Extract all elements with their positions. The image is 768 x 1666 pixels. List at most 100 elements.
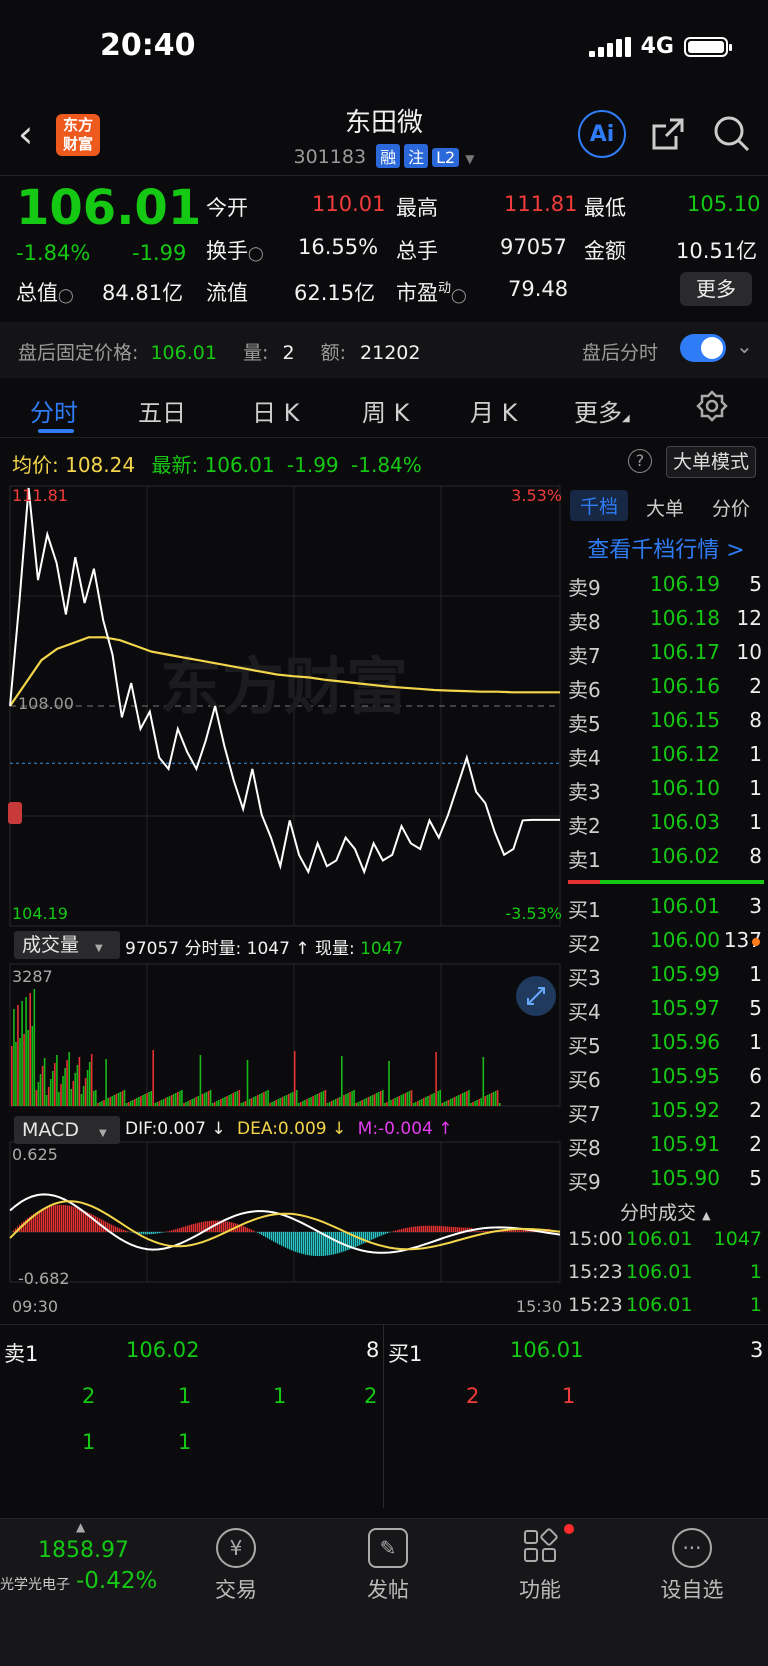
macd-bar <box>399 1229 400 1232</box>
macd-bar <box>347 1232 348 1250</box>
volume-bar <box>495 1091 497 1106</box>
tab-five-day[interactable]: 五日 <box>138 393 186 428</box>
volume-bar <box>468 1090 470 1106</box>
status-indicators: 4G <box>589 34 728 59</box>
ask-level-8[interactable]: 卖2106.031 <box>566 810 764 842</box>
macd-bar <box>299 1232 300 1253</box>
volume-indicator-select[interactable]: 成交量▼ <box>14 931 120 959</box>
volume-bar <box>448 1100 450 1106</box>
ask-level-7[interactable]: 卖3106.101 <box>566 776 764 808</box>
volume-bar <box>452 1098 454 1106</box>
level-volume: 2 <box>749 674 762 698</box>
volume-bar <box>314 1095 316 1106</box>
ask-level-5[interactable]: 卖5106.158 <box>566 708 764 740</box>
nav-post[interactable]: ✎ 发帖 <box>338 1528 438 1604</box>
bid-level-4[interactable]: 买4105.975 <box>566 996 764 1028</box>
volume-bar <box>58 1092 60 1106</box>
level-label: 卖1 <box>568 844 601 873</box>
volume-bar <box>421 1099 423 1106</box>
tab-thousand-level[interactable]: 千档 <box>570 490 628 521</box>
ask-level-6[interactable]: 卖4106.121 <box>566 742 764 774</box>
bid-level-3[interactable]: 买3105.991 <box>566 962 764 994</box>
ask-level-2[interactable]: 卖8106.1812 <box>566 606 764 638</box>
help-icon[interactable]: ? <box>628 449 652 473</box>
macd-top-label: 0.625 <box>12 1145 58 1164</box>
volume-bar <box>327 1103 329 1106</box>
volume-bar <box>46 1095 48 1106</box>
tab-big-order[interactable]: 大单 <box>646 494 684 521</box>
big-order-mode-button[interactable]: 大单模式 <box>666 446 756 478</box>
volume-bar <box>48 1087 50 1106</box>
nav-functions[interactable]: 功能 <box>490 1528 590 1604</box>
tab-weekly-k[interactable]: 周 K <box>362 393 409 428</box>
ask-level-1[interactable]: 卖9106.195 <box>566 572 764 604</box>
pe-value: 79.48 <box>508 277 568 301</box>
sector-index-pct[interactable]: -0.42% <box>76 1568 157 1594</box>
bid-level-5[interactable]: 买5105.961 <box>566 1030 764 1062</box>
ai-button[interactable]: Ai <box>578 110 626 158</box>
macd-bar <box>481 1231 482 1232</box>
tab-price-split[interactable]: 分价 <box>712 494 750 521</box>
volume-bar <box>193 1098 195 1106</box>
macd-bar <box>259 1232 260 1234</box>
macd-indicator-select[interactable]: MACD▼ <box>14 1116 120 1144</box>
nav-add-watchlist[interactable]: ··· 设自选 <box>642 1528 742 1604</box>
ask-level-4[interactable]: 卖6106.162 <box>566 674 764 706</box>
macd-bar <box>79 1209 80 1232</box>
macd-bar <box>513 1230 514 1232</box>
macd-bar <box>75 1207 76 1232</box>
macd-bar <box>13 1230 14 1232</box>
search-icon[interactable] <box>710 112 754 156</box>
chevron-down-icon[interactable]: ⌄ <box>736 334 753 358</box>
trades-header[interactable]: 分时成交 ▲ <box>620 1198 711 1225</box>
volume-bar <box>159 1101 161 1106</box>
volume-bar <box>423 1098 425 1106</box>
view-thousand-level-link[interactable]: 查看千档行情 > <box>564 532 768 564</box>
nav-trade[interactable]: ¥ 交易 <box>186 1528 286 1604</box>
macd-bar <box>123 1230 124 1232</box>
volume-bar <box>124 1090 126 1106</box>
volume-bar <box>446 1101 448 1106</box>
volume-bar <box>271 1102 273 1106</box>
volume-bar <box>60 1084 62 1106</box>
chevron-up-icon[interactable]: ▲ <box>76 1520 85 1534</box>
ask-level-9[interactable]: 卖1106.028 <box>566 844 764 876</box>
bid-level-7[interactable]: 买7105.922 <box>566 1098 764 1130</box>
macd-bar <box>83 1210 84 1232</box>
settings-icon[interactable] <box>696 390 728 426</box>
tab-daily-k[interactable]: 日 K <box>252 393 299 428</box>
volume-bar <box>95 1090 97 1106</box>
volume-bar <box>130 1101 132 1106</box>
volume-bar <box>413 1103 415 1106</box>
volume-bar <box>132 1100 134 1106</box>
tab-intraday[interactable]: 分时 <box>30 393 78 428</box>
bid-level-6[interactable]: 买6105.956 <box>566 1064 764 1096</box>
volume-bar <box>466 1091 468 1106</box>
tab-monthly-k[interactable]: 月 K <box>470 393 517 428</box>
sector-index-name[interactable]: 光学光电子 <box>0 1574 70 1594</box>
volume-bar <box>368 1097 370 1106</box>
share-icon[interactable] <box>646 112 690 156</box>
more-button[interactable]: 更多 <box>680 272 752 306</box>
volume-bar <box>310 1097 312 1106</box>
volume-bar <box>278 1099 280 1106</box>
ask-level-3[interactable]: 卖7106.1710 <box>566 640 764 672</box>
bid-level-8[interactable]: 买8105.912 <box>566 1132 764 1164</box>
after-hours-toggle[interactable] <box>680 334 726 362</box>
macd-bar <box>81 1210 82 1232</box>
volume-bar <box>237 1091 239 1106</box>
bid-level-2[interactable]: 买2106.00137 <box>566 928 764 960</box>
macd-bar <box>273 1232 274 1242</box>
level-price: 106.16 <box>650 674 720 698</box>
bid-level-1[interactable]: 买1106.013 <box>566 894 764 926</box>
volume-bar <box>401 1095 403 1106</box>
time-start-label: 09:30 <box>12 1297 58 1314</box>
macd-bar <box>69 1206 70 1232</box>
intraday-chart[interactable]: 东方财富 111.81 108.00 104.19 3.53% -3.53% 3… <box>0 484 564 1314</box>
sector-index-value[interactable]: 1858.97 <box>38 1538 129 1563</box>
bid-level-9[interactable]: 买9105.905 <box>566 1166 764 1198</box>
volume-bar <box>50 1079 52 1106</box>
tab-more[interactable]: 更多◢ <box>574 393 630 428</box>
after-hours-toggle-label: 盘后分时 <box>582 338 658 365</box>
volume-bar <box>247 1060 249 1106</box>
